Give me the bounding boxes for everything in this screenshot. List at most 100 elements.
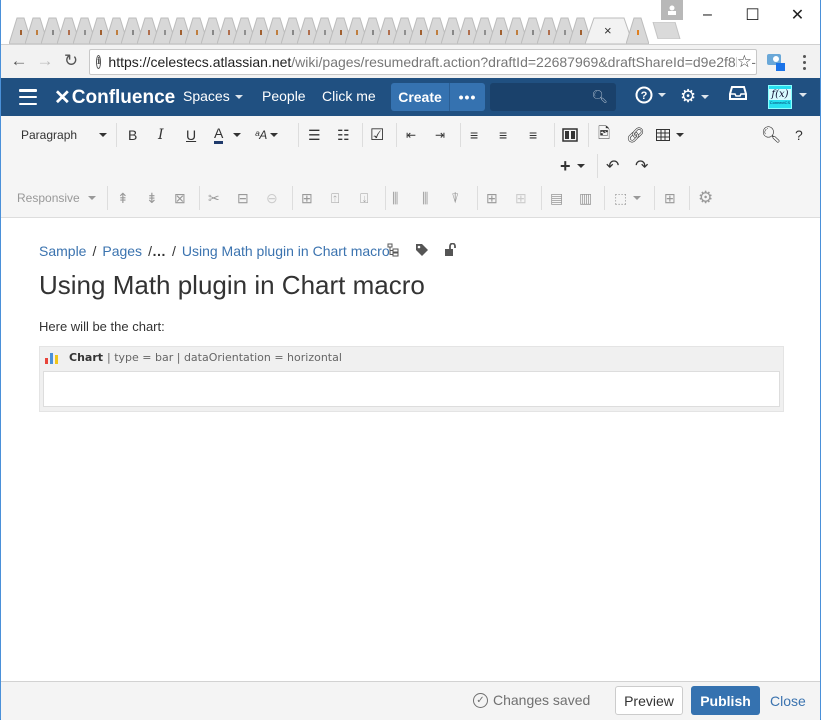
browser-menu-icon[interactable] — [799, 53, 809, 71]
text-color-button[interactable]: A — [214, 124, 224, 144]
macro-body[interactable] — [43, 371, 780, 407]
insert-row-before-button[interactable]: ⇞ — [117, 187, 129, 209]
close-tab-icon[interactable]: × — [604, 23, 612, 38]
insert-more-button[interactable]: + — [560, 155, 585, 177]
page-tree-icon — [387, 243, 399, 257]
page-title[interactable]: Using Math plugin in Chart macro — [39, 270, 425, 301]
indent-button[interactable]: ⇥ — [435, 124, 445, 146]
paragraph-select[interactable]: Paragraph — [21, 124, 108, 146]
align-left-button[interactable]: ≡ — [470, 124, 478, 146]
chart-macro-placeholder[interactable]: Chart | type = bar | dataOrientation = h… — [39, 346, 784, 412]
undo-button[interactable]: ↶ — [606, 155, 619, 177]
outdent-button[interactable]: ⇤ — [406, 124, 416, 146]
settings-menu[interactable]: ⚙ — [680, 86, 710, 107]
hamburger-menu-icon[interactable] — [19, 89, 37, 105]
insert-table-button[interactable] — [656, 124, 684, 146]
labels-button[interactable] — [415, 243, 429, 260]
content-paragraph[interactable]: Here will be the chart: — [39, 319, 165, 334]
nav-spaces[interactable]: Spaces — [183, 88, 243, 104]
search-input[interactable]: 🔍︎ — [490, 83, 616, 111]
merge-cells-button[interactable]: ⊞ — [301, 187, 313, 209]
italic-button[interactable]: I — [158, 124, 164, 146]
help-menu[interactable]: ? — [635, 86, 666, 104]
math-app-icon[interactable]: f(x) ConnectCS — [768, 85, 792, 109]
align-right-button[interactable]: ≡ — [529, 124, 537, 146]
cell-color-button[interactable]: ⬚ — [614, 187, 642, 209]
insert-link-button[interactable]: 🔗︎ — [626, 124, 645, 146]
help-button[interactable]: ? — [795, 124, 803, 146]
page-location-button[interactable] — [387, 243, 399, 260]
macro-params: | type = bar | dataOrientation = horizon… — [107, 351, 342, 364]
insert-row-after-button[interactable]: ⇟ — [146, 187, 158, 209]
close-window-button[interactable]: ✕ — [775, 0, 820, 30]
split-cell-button[interactable]: ⊞ — [486, 187, 498, 209]
bold-button[interactable]: B — [128, 124, 137, 146]
delete-column-button[interactable]: ⍒ — [451, 187, 459, 209]
forward-button[interactable]: → — [35, 51, 55, 71]
insert-image-button[interactable]: 🖻 — [598, 124, 610, 146]
paste-row-button[interactable]: ⊖ — [266, 187, 278, 209]
align-center-button[interactable]: ≡ — [499, 124, 507, 146]
maximize-button[interactable]: ☐ — [730, 0, 775, 30]
url-text[interactable]: https://celestecs.atlassian.net/wiki/pag… — [108, 54, 756, 70]
chevron-down-icon — [701, 94, 710, 99]
link-icon: 🔗︎ — [626, 127, 646, 144]
underline-button[interactable]: U — [186, 124, 196, 146]
close-button[interactable]: Close — [770, 693, 806, 709]
tab-favicon-icon — [36, 30, 38, 35]
bookmark-star-icon[interactable]: ☆ — [736, 52, 752, 72]
extension-icon[interactable] — [767, 53, 785, 71]
task-list-button[interactable]: ☑ — [370, 124, 384, 146]
header-row-button[interactable]: ▤ — [550, 187, 563, 209]
bullet-list-button[interactable]: ☰ — [308, 124, 321, 146]
cut-row-button[interactable]: ✂ — [208, 187, 220, 209]
nav-click-me[interactable]: Click me — [322, 88, 376, 104]
copy-row-button[interactable]: ⊟ — [237, 187, 249, 209]
create-button[interactable]: Create — [391, 83, 450, 111]
breadcrumb-sample[interactable]: Sample — [39, 243, 86, 259]
notifications-button[interactable] — [729, 86, 747, 100]
create-more-button[interactable]: ••• — [450, 83, 485, 111]
responsive-select[interactable]: Responsive — [17, 187, 96, 209]
header-column-icon: ▥ — [579, 189, 593, 206]
tab-favicon-icon — [580, 30, 582, 35]
new-tab-button[interactable] — [651, 21, 681, 40]
profile-icon[interactable] — [661, 0, 683, 20]
help-icon: ? — [635, 86, 653, 104]
page-layout-button[interactable] — [562, 124, 578, 146]
insert-col-before-button[interactable]: ⍐ — [331, 187, 339, 209]
tab-favicon-icon — [637, 30, 639, 35]
tab-favicon-icon — [212, 30, 214, 35]
reload-button[interactable]: ↻ — [61, 51, 81, 71]
nav-people[interactable]: People — [262, 88, 306, 104]
window-controls: – ☐ ✕ — [685, 0, 820, 30]
header-column-button[interactable]: ▥ — [579, 187, 592, 209]
breadcrumb-ellipsis[interactable]: … — [152, 243, 166, 259]
minimize-button[interactable]: – — [685, 0, 730, 30]
column-left-button[interactable]: ⫼ — [392, 187, 398, 209]
address-bar[interactable]: i https://celestecs.atlassian.net/wiki/p… — [89, 49, 757, 75]
text-color-dropdown[interactable] — [233, 124, 241, 146]
text-format-button[interactable]: ᵃA — [255, 124, 279, 146]
preview-button[interactable]: Preview — [615, 686, 683, 715]
redo-button[interactable]: ↷ — [635, 155, 648, 177]
tab-favicon-icon — [132, 30, 134, 35]
confluence-logo[interactable]: ✕ Confluence — [54, 85, 175, 110]
breadcrumb-pages[interactable]: Pages — [102, 243, 142, 259]
tab-favicon-icon — [388, 30, 390, 35]
find-replace-button[interactable]: 🔍︎ — [761, 124, 781, 146]
restrictions-button[interactable] — [444, 242, 456, 260]
breadcrumb-current-page[interactable]: Using Math plugin in Chart macro — [182, 243, 390, 259]
numbered-list-button[interactable]: ☷ — [337, 124, 350, 146]
insert-col-after-button[interactable]: ⍗ — [360, 187, 368, 209]
info-icon[interactable]: i — [96, 55, 102, 69]
browser-tab[interactable] — [626, 17, 649, 44]
table-settings-button[interactable]: ⚙ — [698, 187, 713, 209]
column-right-button[interactable]: ⫼ — [422, 187, 428, 209]
unsplit-cell-button[interactable]: ⊞ — [515, 187, 527, 209]
delete-table-button[interactable]: ⊞ — [664, 187, 676, 209]
delete-row-button[interactable]: ⊠ — [174, 187, 186, 209]
back-button[interactable]: ← — [9, 51, 29, 71]
app-menu-caret[interactable] — [794, 93, 807, 97]
publish-button[interactable]: Publish — [691, 686, 760, 715]
